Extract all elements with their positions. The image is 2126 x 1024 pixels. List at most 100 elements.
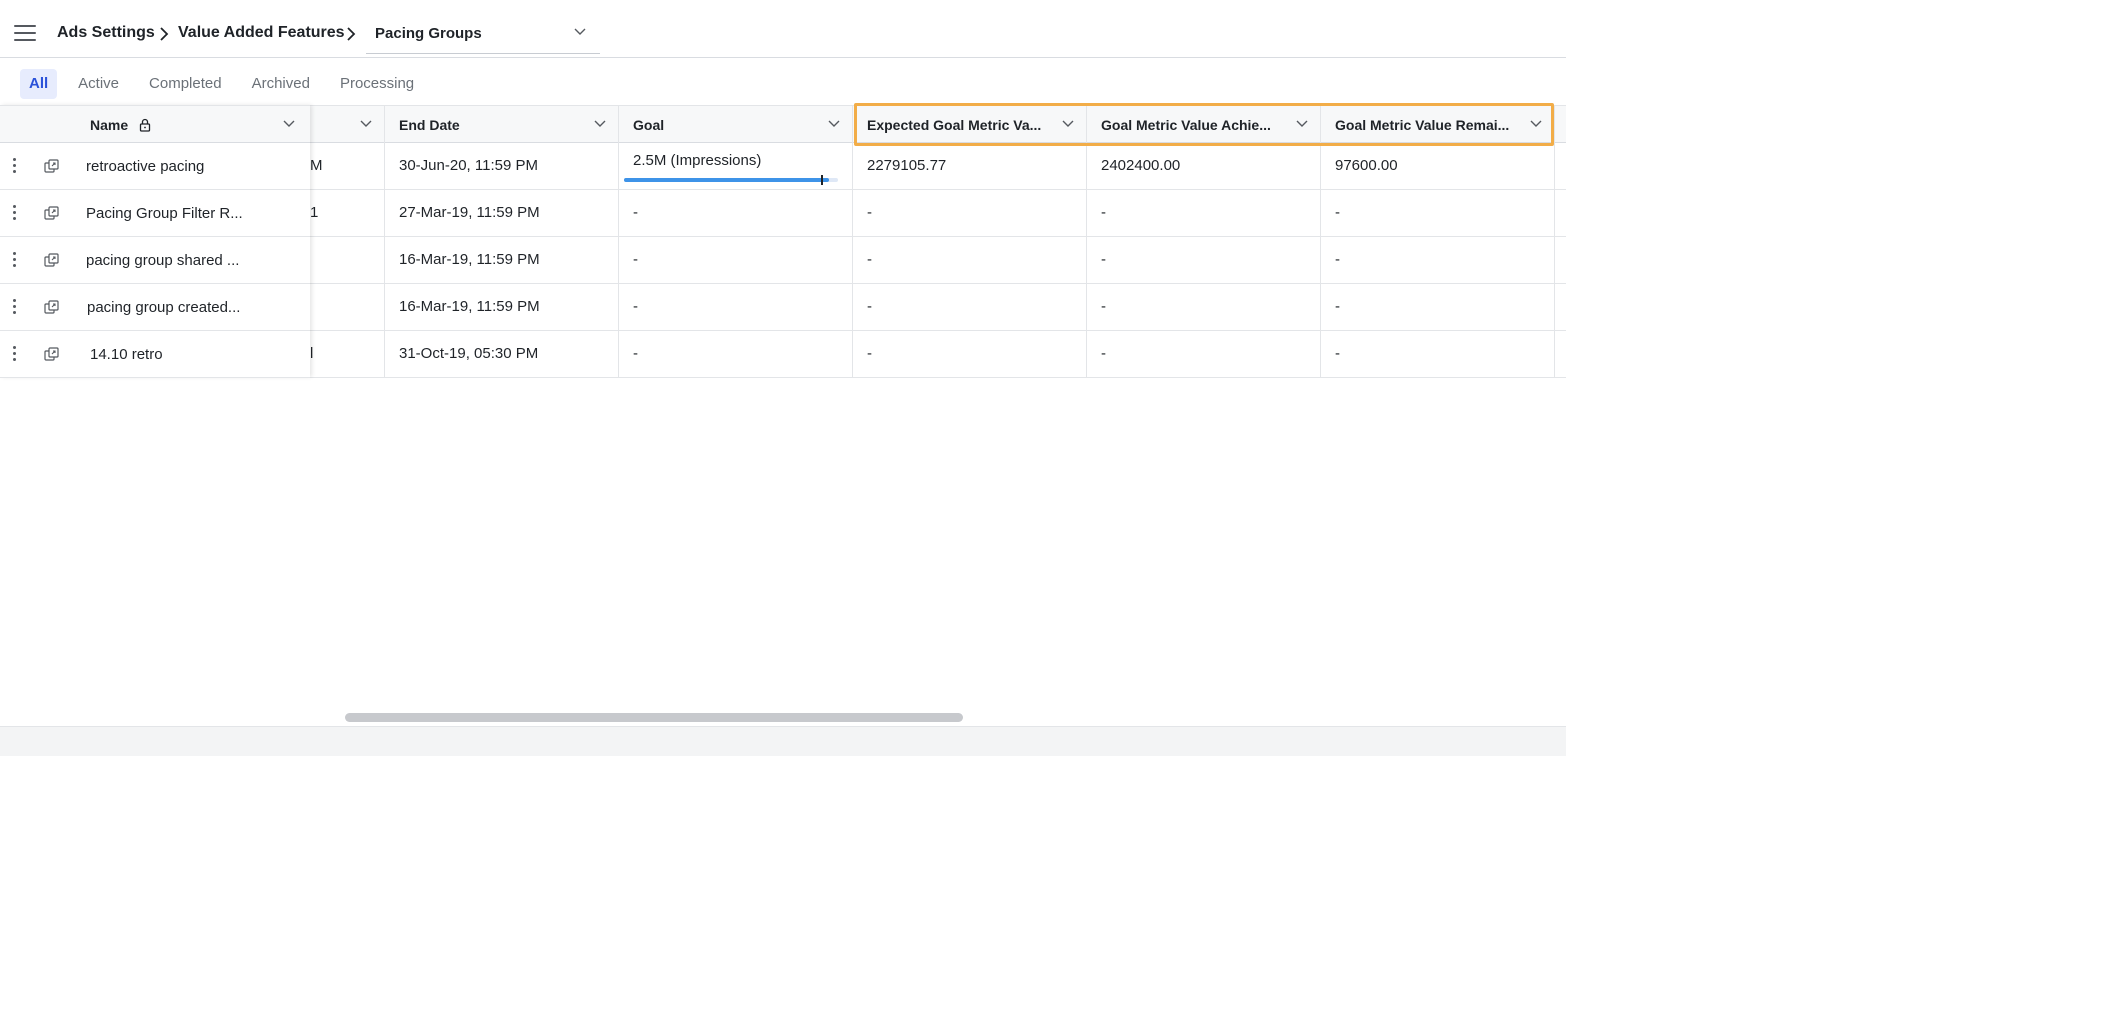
chevron-down-icon[interactable] xyxy=(1296,120,1308,128)
tab-completed[interactable]: Completed xyxy=(140,69,231,99)
cell-text: 2279105.77 xyxy=(867,157,947,174)
lock-icon xyxy=(139,118,151,132)
achieved-cell: - xyxy=(1087,284,1321,331)
chevron-down-icon[interactable] xyxy=(1530,120,1542,128)
expected-cell: - xyxy=(853,237,1087,284)
cell-text: - xyxy=(633,298,638,315)
cell-text: - xyxy=(633,251,638,268)
end-date-cell: 30-Jun-20, 11:59 PM xyxy=(385,143,619,190)
end-date-cell: 16-Mar-19, 11:59 PM xyxy=(385,284,619,331)
chevron-down-icon[interactable] xyxy=(283,120,295,128)
horizontal-scrollbar[interactable] xyxy=(345,713,963,722)
top-bar: Ads Settings Value Added Features Pacing… xyxy=(0,0,1566,58)
tab-all[interactable]: All xyxy=(20,69,58,99)
status-tabs: All Active Completed Archived Processing xyxy=(20,69,435,99)
start-date-cell: 1 xyxy=(310,190,385,237)
cell-text: - xyxy=(1101,298,1106,315)
goal-cell: - xyxy=(619,237,853,284)
copy-icon[interactable] xyxy=(44,206,59,221)
achieved-cell: - xyxy=(1087,190,1321,237)
selector-label: Pacing Groups xyxy=(375,25,482,42)
kebab-icon[interactable] xyxy=(11,205,17,221)
header-label: Goal Metric Value Remai... xyxy=(1335,117,1510,133)
cell-text: M xyxy=(310,157,323,174)
goal-cell: - xyxy=(619,190,853,237)
remaining-cell: 97600.00 xyxy=(1321,143,1555,190)
header-label: Name xyxy=(90,117,129,133)
remaining-cell: - xyxy=(1321,237,1555,284)
tab-processing[interactable]: Processing xyxy=(331,69,423,99)
cell-text: - xyxy=(633,204,638,221)
header-label: End Date xyxy=(399,117,460,133)
row-name[interactable]: pacing group created... xyxy=(87,299,240,316)
cell-text: - xyxy=(633,345,638,362)
chevron-down-icon[interactable] xyxy=(594,120,606,128)
cell-text: 2402400.00 xyxy=(1101,157,1181,174)
footer-bar xyxy=(0,726,1566,756)
pinned-row[interactable]: pacing group created... xyxy=(0,284,310,331)
remaining-cell: - xyxy=(1321,331,1555,378)
row-name[interactable]: Pacing Group Filter R... xyxy=(86,205,243,222)
expected-cell: - xyxy=(853,284,1087,331)
pacing-groups-table: End Date Goal Expected Goal Metric Va...… xyxy=(0,105,1566,378)
cell-text: 31-Oct-19, 05:30 PM xyxy=(399,345,539,362)
chevron-down-icon[interactable] xyxy=(828,120,840,128)
goal-cell: - xyxy=(619,331,853,378)
pinned-row[interactable]: Pacing Group Filter R... xyxy=(0,190,310,237)
chevron-down-icon[interactable] xyxy=(1062,120,1074,128)
column-header-end-date: End Date xyxy=(385,106,619,144)
tab-active[interactable]: Active xyxy=(69,69,128,99)
column-header-start-date xyxy=(310,106,385,144)
goal-progress-bar xyxy=(624,175,838,185)
pinned-row[interactable]: retroactive pacing xyxy=(0,143,310,190)
start-date-cell: l xyxy=(310,331,385,378)
hamburger-menu-icon[interactable] xyxy=(14,25,36,41)
kebab-icon[interactable] xyxy=(11,299,17,315)
end-date-cell: 31-Oct-19, 05:30 PM xyxy=(385,331,619,378)
cell-text: - xyxy=(1335,345,1340,362)
cell-text: 1 xyxy=(310,204,319,221)
remaining-cell: - xyxy=(1321,284,1555,331)
header-label: Goal xyxy=(633,117,665,133)
header-label: Expected Goal Metric Va... xyxy=(867,117,1042,133)
pinned-row[interactable]: pacing group shared ... xyxy=(0,237,310,284)
remaining-cell: - xyxy=(1321,190,1555,237)
cell-text: 2.5M (Impressions) xyxy=(633,152,762,169)
goal-cell: 2.5M (Impressions) xyxy=(619,143,853,190)
kebab-icon[interactable] xyxy=(11,346,17,362)
pinned-name-column: Name retroactive pacing Pacing Group Fil… xyxy=(0,105,310,378)
kebab-icon[interactable] xyxy=(11,158,17,174)
achieved-cell: 2402400.00 xyxy=(1087,143,1321,190)
cell-text: - xyxy=(1101,345,1106,362)
copy-icon[interactable] xyxy=(44,347,59,362)
goal-target-marker xyxy=(821,175,823,185)
cell-text: 30-Jun-20, 11:59 PM xyxy=(399,157,538,174)
copy-icon[interactable] xyxy=(44,253,59,268)
goal-cell: - xyxy=(619,284,853,331)
breadcrumb-ads-settings[interactable]: Ads Settings xyxy=(57,24,155,42)
cell-text: - xyxy=(867,204,872,221)
column-header-goal-metric-remaining: Goal Metric Value Remai... xyxy=(1321,106,1555,144)
chevron-down-icon xyxy=(574,28,586,35)
cell-text: 27-Mar-19, 11:59 PM xyxy=(399,204,540,221)
copy-icon[interactable] xyxy=(44,159,59,174)
start-date-cell xyxy=(310,237,385,284)
kebab-icon[interactable] xyxy=(11,252,17,268)
row-name[interactable]: 14.10 retro xyxy=(90,346,163,363)
cell-text: 97600.00 xyxy=(1335,157,1398,174)
row-name[interactable]: retroactive pacing xyxy=(86,158,204,175)
start-date-cell: M xyxy=(310,143,385,190)
cell-text: 16-Mar-19, 11:59 PM xyxy=(399,251,540,268)
row-name[interactable]: pacing group shared ... xyxy=(86,252,239,269)
pinned-row[interactable]: 14.10 retro xyxy=(0,331,310,378)
expected-cell: 2279105.77 xyxy=(853,143,1087,190)
cell-text: - xyxy=(867,298,872,315)
pacing-groups-selector[interactable]: Pacing Groups xyxy=(366,14,600,54)
chevron-down-icon[interactable] xyxy=(360,120,372,128)
tab-archived[interactable]: Archived xyxy=(243,69,319,99)
breadcrumb-value-added-features[interactable]: Value Added Features xyxy=(178,24,345,42)
copy-icon[interactable] xyxy=(44,300,59,315)
cell-text: - xyxy=(867,345,872,362)
cell-text: - xyxy=(1101,251,1106,268)
header-label: Goal Metric Value Achie... xyxy=(1101,117,1271,133)
